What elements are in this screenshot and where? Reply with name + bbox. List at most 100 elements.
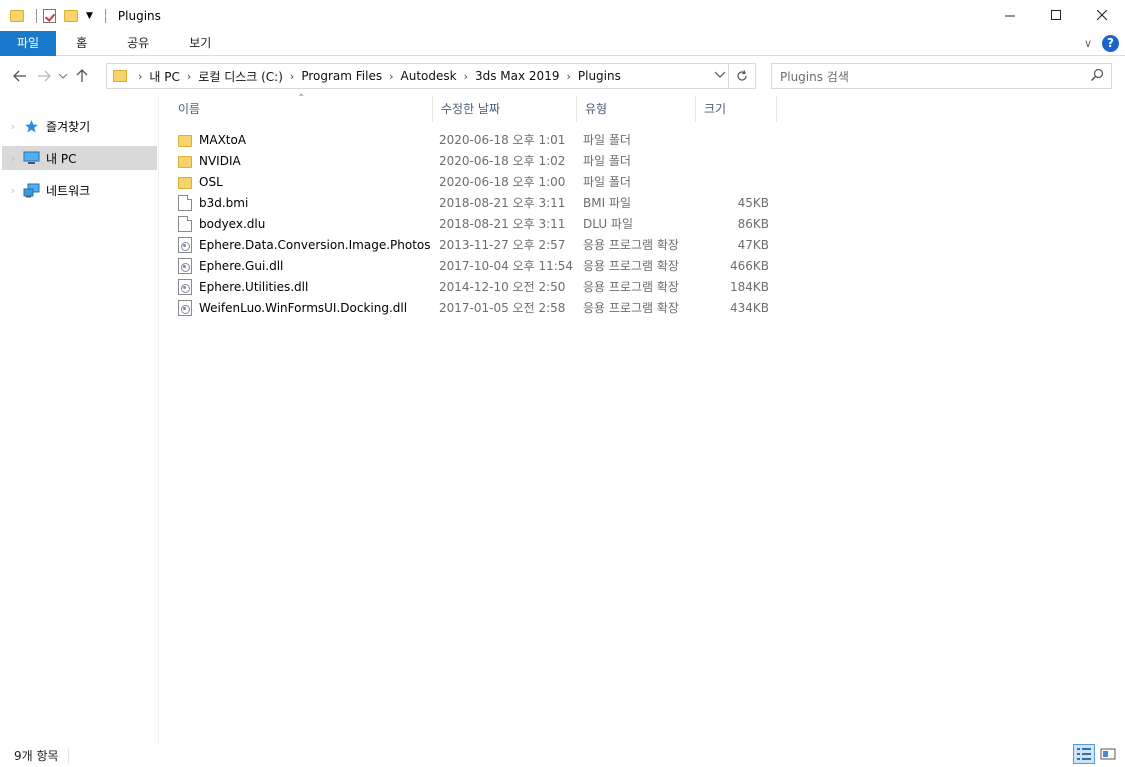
file-name-cell[interactable]: Ephere.Gui.dll (178, 257, 430, 274)
file-list: ⌃ 이름 수정한 날짜 유형 크기 MAXtoA 2020-06-18 오후 1… (160, 93, 1125, 744)
details-view-icon (1077, 748, 1091, 760)
breadcrumb-program-files[interactable]: Program Files (301, 69, 382, 83)
file-name[interactable]: b3d.bmi (199, 196, 248, 210)
quick-access-toolbar: ▼ (0, 0, 112, 31)
column-header-name[interactable]: 이름 (170, 96, 433, 122)
address-history-button[interactable] (714, 68, 726, 81)
minimize-button[interactable] (987, 0, 1033, 31)
file-icon (178, 215, 192, 232)
expand-ribbon-icon[interactable]: ∨ (1084, 37, 1092, 50)
up-button[interactable] (70, 64, 94, 88)
forward-button[interactable] (32, 64, 56, 88)
help-icon[interactable]: ? (1102, 35, 1119, 52)
file-date: 2017-10-04 오후 11:54 (439, 259, 574, 273)
folder-icon (10, 9, 24, 22)
breadcrumb-local-disk[interactable]: 로컬 디스크 (C:) (198, 68, 283, 85)
file-row-ephere-data-conversion[interactable]: Ephere.Data.Conversion.Image.Photosho...… (178, 234, 778, 255)
chevron-right-icon[interactable]: › (4, 184, 22, 197)
file-row-maxtoa[interactable]: MAXtoA 2020-06-18 오후 1:01 파일 폴더 (178, 129, 778, 150)
view-switcher (1071, 744, 1119, 764)
file-name[interactable]: OSL (199, 175, 223, 189)
file-name[interactable]: Ephere.Utilities.dll (199, 280, 308, 294)
column-header-type[interactable]: 유형 (577, 96, 696, 122)
file-name-cell[interactable]: bodyex.dlu (178, 215, 430, 232)
search-box[interactable]: Plugins 검색 (771, 63, 1112, 89)
file-name-cell[interactable]: b3d.bmi (178, 194, 430, 211)
file-name[interactable]: bodyex.dlu (199, 217, 265, 231)
pc-icon (22, 150, 40, 166)
minimize-icon (1004, 15, 1015, 17)
details-view-button[interactable] (1073, 744, 1095, 764)
chevron-right-icon[interactable]: › (187, 70, 191, 83)
file-type: DLU 파일 (583, 217, 634, 231)
file-name[interactable]: MAXtoA (199, 133, 246, 147)
column-header-size[interactable]: 크기 (696, 96, 777, 122)
item-count: 9개 항목 (14, 749, 59, 763)
file-name[interactable]: NVIDIA (199, 154, 241, 168)
file-name[interactable]: Ephere.Gui.dll (199, 259, 283, 273)
file-row-nvidia[interactable]: NVIDIA 2020-06-18 오후 1:02 파일 폴더 (178, 150, 778, 171)
sidebar-item-network[interactable]: › 네트워크 (2, 178, 157, 202)
large-icons-view-button[interactable] (1097, 744, 1119, 764)
breadcrumb-plugins[interactable]: Plugins (578, 69, 621, 83)
file-name[interactable]: Ephere.Data.Conversion.Image.Photosho... (199, 238, 430, 252)
refresh-button[interactable] (728, 64, 755, 88)
file-size: 184KB (729, 279, 769, 294)
chevron-right-icon[interactable]: › (389, 70, 393, 83)
large-icons-view-icon (1100, 748, 1116, 760)
star-icon (22, 118, 40, 134)
file-row-ephere-gui[interactable]: Ephere.Gui.dll 2017-10-04 오후 11:54 응용 프로… (178, 255, 778, 276)
back-arrow-icon (13, 70, 26, 82)
address-bar[interactable]: › 내 PC › 로컬 디스크 (C:) › Program Files › A… (106, 63, 756, 89)
window-title: Plugins (117, 8, 161, 23)
file-name-cell[interactable]: NVIDIA (178, 154, 430, 168)
search-input[interactable]: Plugins 검색 (780, 68, 849, 85)
tab-file[interactable]: 파일 (0, 30, 57, 56)
file-name[interactable]: WeifenLuo.WinFormsUI.Docking.dll (199, 301, 407, 315)
file-date: 2018-08-21 오후 3:11 (439, 196, 566, 210)
tab-share[interactable]: 공유 (107, 31, 169, 56)
customize-toolbar-icon[interactable]: ▼ (86, 11, 93, 21)
close-button[interactable] (1079, 0, 1125, 31)
file-row-bodyex-dlu[interactable]: bodyex.dlu 2018-08-21 오후 3:11 DLU 파일 86K… (178, 213, 778, 234)
close-icon (1096, 10, 1107, 21)
back-button[interactable] (8, 64, 32, 88)
sidebar-item-quick-access[interactable]: › 즐겨찾기 (2, 114, 157, 138)
column-header-date[interactable]: 수정한 날짜 (433, 96, 577, 122)
file-date: 2020-06-18 오후 1:00 (439, 175, 566, 189)
breadcrumb-3ds-max[interactable]: 3ds Max 2019 (475, 69, 559, 83)
chevron-right-icon[interactable]: › (4, 120, 22, 133)
search-icon[interactable] (1089, 67, 1105, 83)
file-name-cell[interactable]: WeifenLuo.WinFormsUI.Docking.dll (178, 299, 430, 316)
breadcrumb-my-pc[interactable]: 내 PC (149, 68, 179, 85)
breadcrumb-autodesk[interactable]: Autodesk (401, 69, 457, 83)
recent-locations-button[interactable] (56, 64, 70, 88)
file-name-cell[interactable]: Ephere.Data.Conversion.Image.Photosho... (178, 236, 430, 253)
properties-icon[interactable] (43, 8, 56, 23)
file-row-osl[interactable]: OSL 2020-06-18 오후 1:00 파일 폴더 (178, 171, 778, 192)
sidebar-item-label: 즐겨찾기 (46, 119, 91, 134)
file-date: 2018-08-21 오후 3:11 (439, 217, 566, 231)
chevron-right-icon[interactable]: › (566, 70, 570, 83)
file-name-cell[interactable]: MAXtoA (178, 133, 430, 147)
file-type: BMI 파일 (583, 196, 632, 210)
chevron-down-icon (59, 73, 67, 79)
chevron-right-icon[interactable]: › (464, 70, 468, 83)
file-name-cell[interactable]: OSL (178, 175, 430, 189)
ribbon-controls: ∨ ? (1084, 35, 1119, 52)
file-row-b3d-bmi[interactable]: b3d.bmi 2018-08-21 오후 3:11 BMI 파일 45KB (178, 192, 778, 213)
refresh-icon (737, 70, 747, 81)
file-row-weifenluo-docking[interactable]: WeifenLuo.WinFormsUI.Docking.dll 2017-01… (178, 297, 778, 318)
tab-home[interactable]: 홈 (56, 31, 107, 56)
maximize-icon (1050, 10, 1061, 20)
maximize-button[interactable] (1033, 0, 1079, 31)
chevron-right-icon[interactable]: › (290, 70, 294, 83)
chevron-right-icon[interactable]: › (4, 152, 22, 165)
file-row-ephere-utilities[interactable]: Ephere.Utilities.dll 2014-12-10 오전 2:50 … (178, 276, 778, 297)
sidebar-item-my-pc[interactable]: › 내 PC (2, 146, 157, 170)
chevron-right-icon[interactable]: › (138, 70, 142, 83)
new-folder-icon[interactable] (64, 9, 78, 22)
file-name-cell[interactable]: Ephere.Utilities.dll (178, 278, 430, 295)
tab-view[interactable]: 보기 (169, 31, 231, 56)
file-size: 466KB (729, 258, 769, 273)
